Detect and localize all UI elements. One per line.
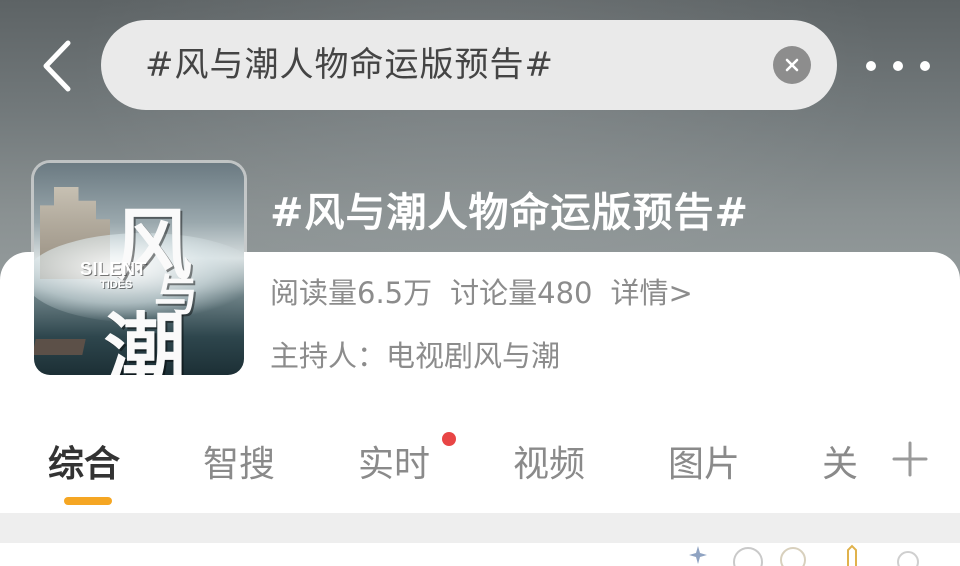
topic-stats: 阅读量6.5万 讨论量480 详情> [270, 270, 711, 312]
details-link[interactable]: 详情> [610, 276, 692, 310]
search-query-text: #风与潮人物命运版预告# [145, 45, 554, 85]
section-divider [0, 513, 960, 543]
tab-realtime[interactable]: 实时 [358, 435, 430, 487]
tab-comprehensive[interactable]: 综合 [48, 435, 120, 487]
cover-en-title: SILENT [80, 259, 148, 279]
tab-smart-search[interactable]: 智搜 [203, 435, 275, 487]
more-icon-dot [920, 61, 930, 71]
cover-title-char: 潮 [104, 304, 187, 375]
decoration-sparkle-icon [689, 544, 919, 566]
realtime-notification-dot [442, 432, 456, 446]
more-options-button[interactable] [866, 56, 930, 76]
back-button[interactable] [34, 38, 80, 94]
active-tab-indicator [64, 497, 112, 505]
tab-images[interactable]: 图片 [668, 435, 740, 487]
more-icon-dot [866, 61, 876, 71]
topic-host[interactable]: 主持人：电视剧风与潮 [270, 333, 560, 375]
topic-title: #风与潮人物命运版预告# [270, 190, 750, 236]
plus-icon [892, 441, 928, 477]
clear-icon [785, 58, 799, 72]
search-input[interactable]: #风与潮人物命运版预告# [101, 20, 837, 110]
cover-en-subtitle: TIDES [100, 279, 133, 291]
tab-follow[interactable]: 关 [822, 435, 858, 487]
topic-cover-image[interactable]: 风 与 潮 SILENT TIDES [34, 163, 244, 375]
discussion-count: 讨论量480 [450, 276, 593, 310]
back-icon [43, 40, 71, 92]
tab-video[interactable]: 视频 [513, 435, 585, 487]
search-tabs: 综合 智搜 实时 视频 图片 关 [0, 425, 960, 505]
add-tab-button[interactable] [890, 439, 930, 479]
read-count: 阅读量6.5万 [270, 276, 433, 310]
more-icon-dot [893, 61, 903, 71]
clear-search-button[interactable] [773, 46, 811, 84]
cover-boat-illustration [34, 339, 86, 355]
